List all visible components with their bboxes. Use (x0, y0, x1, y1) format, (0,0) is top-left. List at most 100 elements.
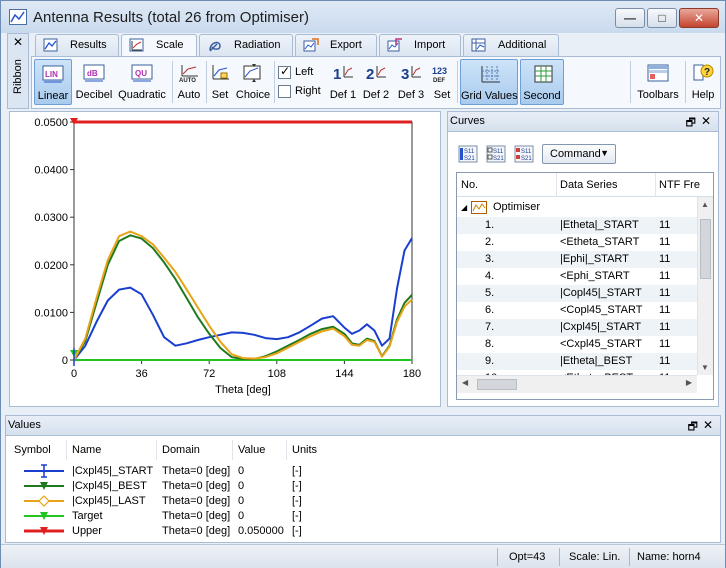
s11-s21-icon[interactable]: S11S21 (458, 145, 478, 163)
curves-float-icon[interactable]: 🗗 (686, 114, 696, 133)
curve-row-number: 3. (485, 253, 495, 265)
curve-row-ntf: 11 (659, 321, 671, 333)
svg-text:S11: S11 (493, 149, 504, 155)
column-header-symbol[interactable]: Symbol (14, 444, 51, 456)
auto-button[interactable]: AUTO Auto (175, 59, 203, 105)
expand-triangle-icon[interactable]: ◢ (461, 203, 467, 212)
right-axis-checkbox[interactable]: Right (278, 84, 328, 100)
def1-icon: 1 (333, 66, 353, 83)
ribbon-label[interactable]: Ribbon (12, 59, 24, 94)
set-def-button[interactable]: 123 DEF Set (430, 59, 454, 105)
svg-text:S11: S11 (521, 149, 532, 155)
scroll-thumb[interactable] (700, 219, 711, 279)
linear-label: Linear (37, 90, 69, 102)
help-button[interactable]: ? Help (688, 59, 718, 105)
toolbars-button[interactable]: Toolbars (634, 59, 682, 105)
def1-button[interactable]: 1 Def 1 (328, 59, 358, 105)
left-axis-checkbox[interactable]: ✓ Left (278, 64, 328, 81)
values-panel: Values 🗗 ✕ Symbol Name Domain Value Unit… (5, 415, 721, 543)
minimize-button[interactable]: — (615, 8, 645, 28)
quadratic-button[interactable]: QU Quadratic (116, 59, 168, 105)
svg-text:?: ? (704, 67, 710, 78)
linear-scale-icon: LIN (42, 65, 64, 83)
def3-label: Def 3 (397, 89, 425, 101)
value-row-domain: Theta=0 [deg] (162, 480, 231, 492)
column-divider (66, 440, 67, 460)
s11-s21-select-icon[interactable]: S11S21 (514, 145, 534, 163)
def3-icon: 3 (401, 66, 421, 83)
right-axis-label: Right (295, 85, 321, 97)
second-grid-button[interactable]: Second (520, 59, 564, 105)
tab-import[interactable]: Import (379, 34, 461, 56)
curve-row[interactable]: 6. <Copl45_START 11 (457, 302, 697, 319)
column-header-value[interactable]: Value (238, 444, 265, 456)
scale-icon (129, 38, 144, 52)
column-header-units[interactable]: Units (292, 444, 317, 456)
curve-row[interactable]: 1. |Etheta|_START 11 (457, 217, 697, 234)
column-header-ntf[interactable]: NTF Fre (659, 179, 700, 191)
grid-values-button[interactable]: Grid Values (460, 59, 518, 105)
curves-panel: Curves 🗗 ✕ S11 S21 S11 S21 S11 S21 Command … (447, 111, 719, 407)
value-row[interactable]: |Cxpl45|_LAST Theta=0 [deg] 0 [-] (10, 494, 720, 509)
column-header-data-series[interactable]: Data Series (560, 179, 617, 191)
value-row[interactable]: |Cxpl45|_BEST Theta=0 [deg] 0 [-] (10, 479, 720, 494)
tab-export[interactable]: Export (295, 34, 377, 56)
curves-vertical-scrollbar[interactable]: ▲ ▼ (697, 197, 713, 375)
close-button[interactable]: ✕ (679, 8, 719, 28)
def1-label: Def 1 (329, 89, 357, 101)
right-checkbox-box[interactable] (278, 85, 291, 98)
curve-row[interactable]: 3. |Ephi|_START 11 (457, 251, 697, 268)
value-row[interactable]: |Cxpl45|_START Theta=0 [deg] 0 [-] (10, 464, 720, 479)
curve-row[interactable]: 8. <Cxpl45_START 11 (457, 336, 697, 353)
column-header-no[interactable]: No. (461, 179, 478, 191)
scroll-right-icon[interactable]: ▶ (686, 378, 692, 387)
toolbars-label: Toolbars (637, 89, 679, 101)
values-float-icon[interactable]: 🗗 (688, 418, 698, 437)
tab-radiation[interactable]: Radiation (199, 34, 293, 56)
results-chart[interactable]: 0 0.0100 0.0200 0.0300 0.0400 0.0500 0 36 72 108 1… (10, 112, 440, 406)
tab-scale[interactable]: Scale (121, 34, 197, 57)
s11-s21-grid-icon[interactable]: S11S21 (486, 145, 506, 163)
svg-text:LIN: LIN (45, 70, 58, 79)
command-dropdown[interactable]: Command ▼ (542, 144, 616, 164)
import-icon (387, 38, 402, 52)
curve-row[interactable]: 4. <Ephi_START 11 (457, 268, 697, 285)
curve-row[interactable]: 5. |Copl45|_START 11 (457, 285, 697, 302)
x-axis-label: Theta [deg] (215, 384, 271, 396)
values-close-icon[interactable]: ✕ (703, 418, 713, 432)
scroll-down-icon[interactable]: ▼ (701, 363, 709, 372)
def3-button[interactable]: 3 Def 3 (394, 59, 428, 105)
choice-button[interactable]: Choice (235, 59, 271, 105)
tab-import-label: Import (414, 39, 446, 51)
ribbon-close-icon[interactable]: ✕ (13, 35, 23, 49)
linear-button[interactable]: LIN Linear (34, 59, 72, 105)
curve-row[interactable]: 7. |Cxpl45|_START 11 (457, 319, 697, 336)
value-row-domain: Theta=0 [deg] (162, 525, 231, 537)
svg-text:QU: QU (135, 69, 147, 78)
column-divider (156, 440, 157, 460)
y-tick-label: 0 (62, 355, 68, 367)
decibel-button[interactable]: dB Decibel (74, 59, 114, 105)
curve-row-number: 2. (485, 236, 495, 248)
scroll-up-icon[interactable]: ▲ (701, 200, 709, 209)
maximize-button[interactable]: □ (647, 8, 677, 28)
scroll-thumb[interactable] (477, 379, 517, 390)
curves-horizontal-scrollbar[interactable]: ◀ ▶ (457, 375, 697, 393)
curve-row[interactable]: 2. <Etheta_START 11 (457, 234, 697, 251)
svg-text:dB: dB (87, 69, 98, 78)
tab-results[interactable]: Results (35, 34, 119, 56)
value-row[interactable]: Upper Theta=0 [deg] 0.050000 [-] (10, 524, 720, 539)
column-divider (655, 173, 656, 197)
column-header-domain[interactable]: Domain (162, 444, 200, 456)
def2-button[interactable]: 2 Def 2 (360, 59, 392, 105)
left-checkbox-box[interactable]: ✓ (278, 64, 291, 79)
curves-close-icon[interactable]: ✕ (701, 114, 711, 128)
value-row[interactable]: Target Theta=0 [deg] 0 [-] (10, 509, 720, 524)
scroll-left-icon[interactable]: ◀ (462, 378, 468, 387)
curve-row[interactable]: 9. |Etheta|_BEST 11 (457, 353, 697, 370)
tab-additional[interactable]: Additional (463, 34, 559, 56)
tree-group-optimiser[interactable]: ◢ Optimiser (457, 199, 697, 216)
set-scale-button[interactable]: Set (208, 59, 232, 105)
column-divider (556, 173, 557, 197)
column-header-name[interactable]: Name (72, 444, 101, 456)
